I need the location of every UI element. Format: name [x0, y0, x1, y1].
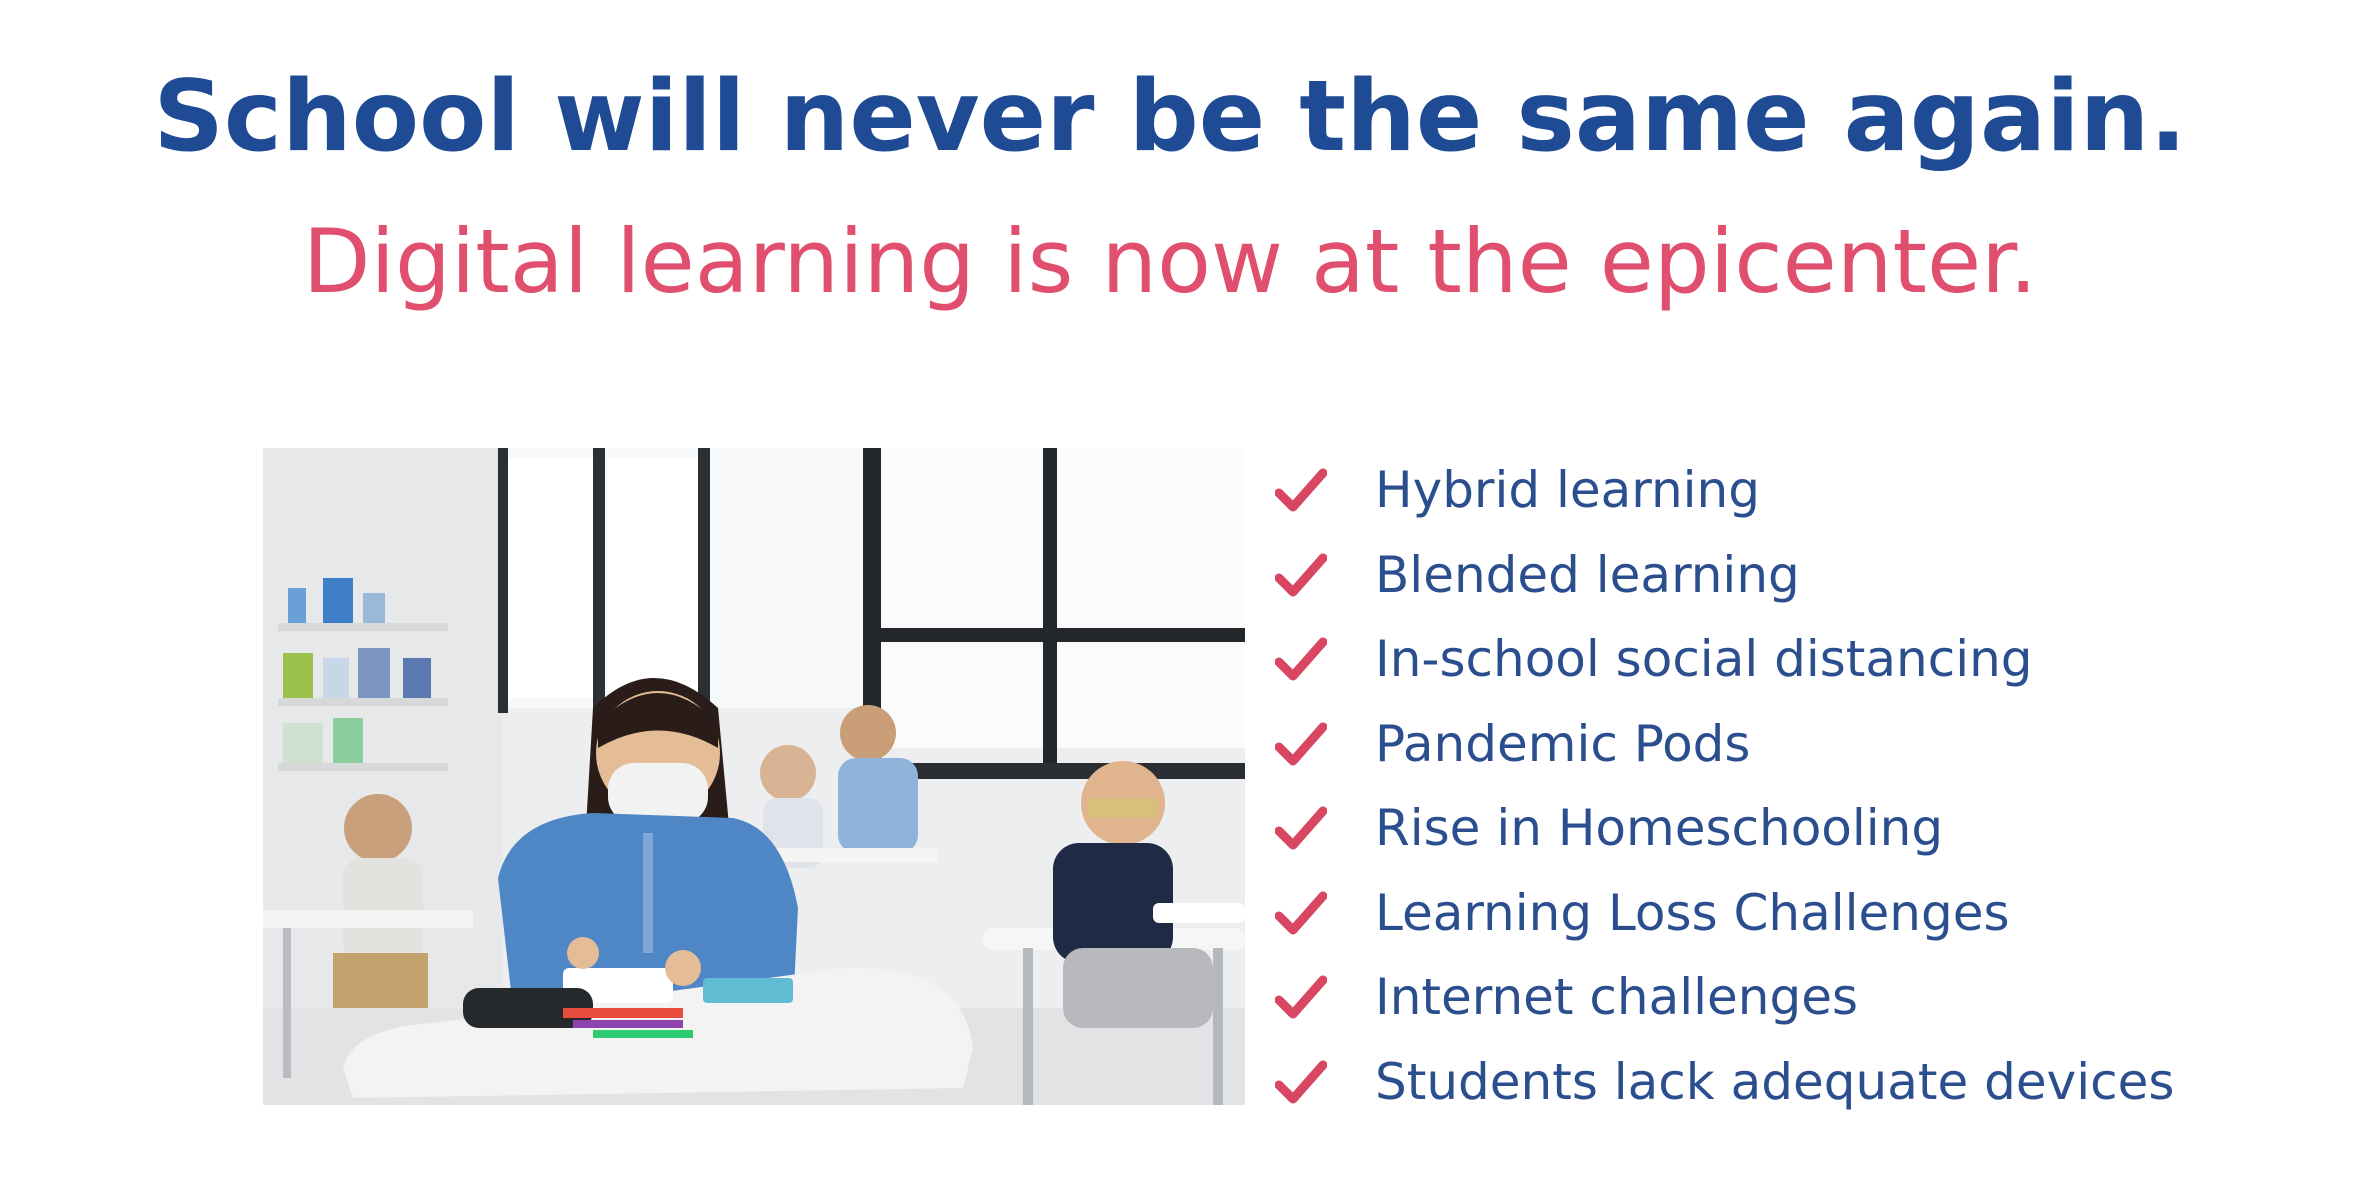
list-item-label: Pandemic Pods — [1375, 714, 1751, 773]
list-item: Pandemic Pods — [1275, 702, 2335, 787]
list-item: Learning Loss Challenges — [1275, 871, 2335, 956]
checkmark-icon — [1275, 967, 1370, 1027]
checkmark-icon — [1275, 883, 1370, 943]
checkmark-icon — [1275, 629, 1370, 689]
checkmark-icon — [1275, 714, 1370, 774]
headline: School will never be the same again. — [153, 60, 2187, 174]
list-item: Blended learning — [1275, 533, 2335, 618]
checkmark-icon — [1275, 460, 1370, 520]
checkmark-icon — [1275, 545, 1370, 605]
list-item-label: Rise in Homeschooling — [1375, 799, 1944, 858]
list-item-label: Hybrid learning — [1375, 461, 1760, 520]
list-item-label: Blended learning — [1375, 545, 1800, 604]
list-item: In-school social distancing — [1275, 617, 2335, 702]
classroom-photo — [263, 448, 1245, 1105]
list-item: Hybrid learning — [1275, 448, 2335, 533]
list-item: Rise in Homeschooling — [1275, 786, 2335, 871]
checklist: Hybrid learning Blended learning In-scho… — [1275, 448, 2335, 1124]
subheadline: Digital learning is now at the epicenter… — [302, 210, 2038, 313]
checkmark-icon — [1275, 1052, 1370, 1112]
list-item: Students lack adequate devices — [1275, 1040, 2335, 1125]
checkmark-icon — [1275, 798, 1370, 858]
list-item-label: Learning Loss Challenges — [1375, 883, 2010, 942]
list-item-label: Students lack adequate devices — [1375, 1052, 2175, 1111]
list-item: Internet challenges — [1275, 955, 2335, 1040]
list-item-label: In-school social distancing — [1375, 630, 2033, 689]
list-item-label: Internet challenges — [1375, 968, 1859, 1027]
